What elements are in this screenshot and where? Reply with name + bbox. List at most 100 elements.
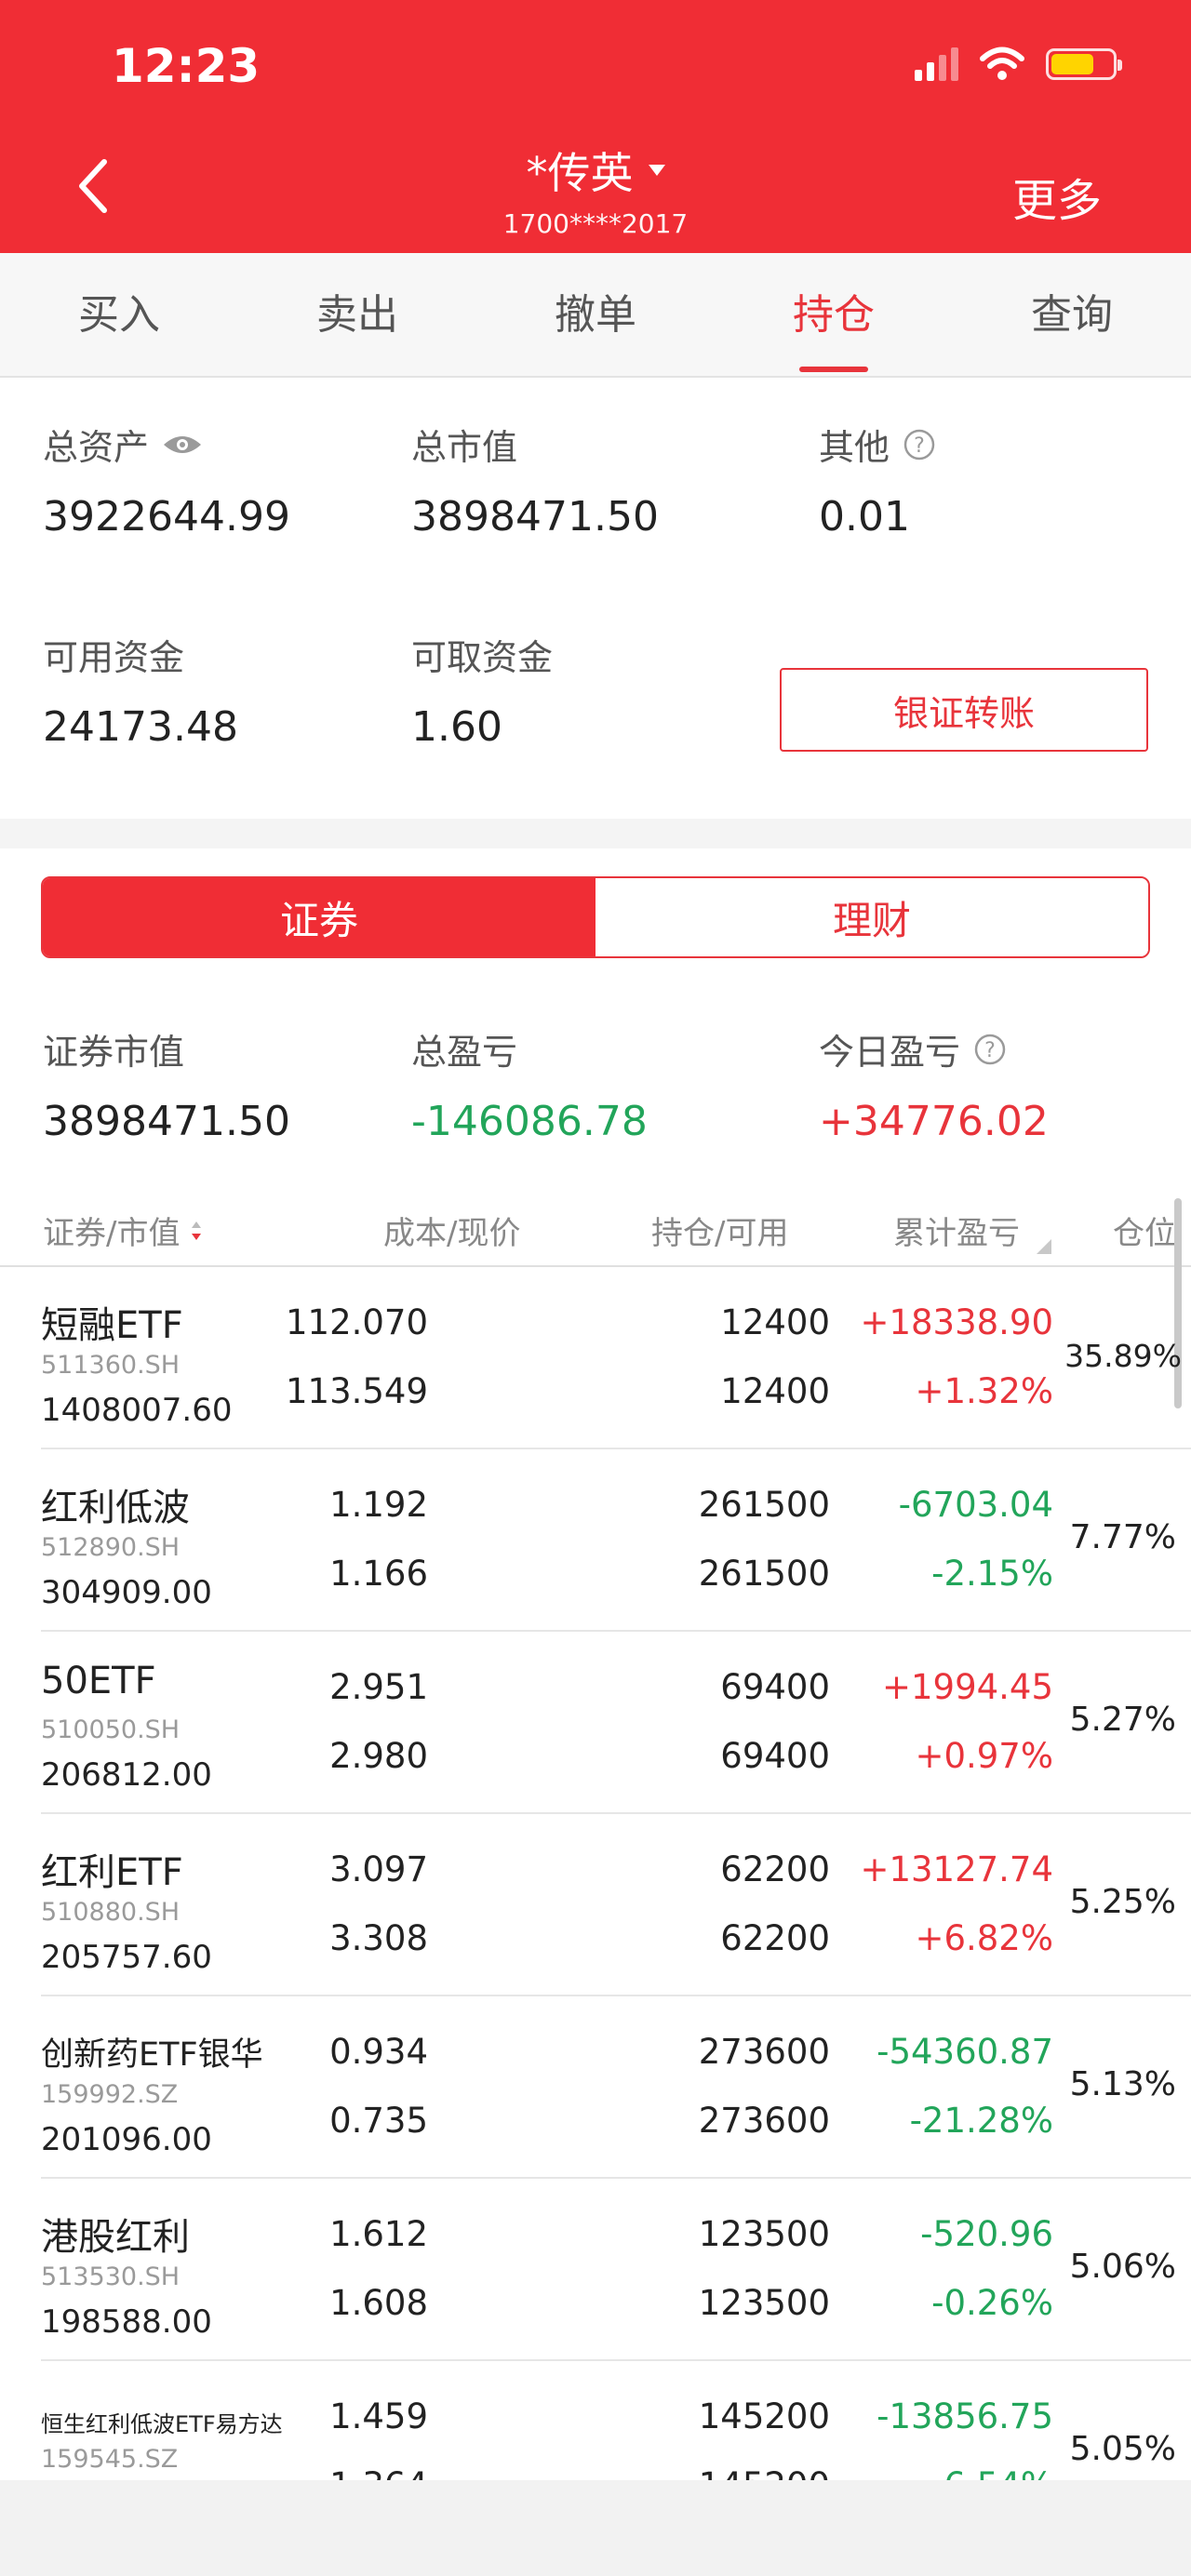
security-name: 短融ETF (41, 1304, 183, 1347)
bottom-safe-area (0, 2480, 1191, 2576)
col-pl-header[interactable]: 累计盈亏 (893, 1208, 1020, 1253)
table-row[interactable]: 创新药ETF银华 159992.SZ 201096.00 0.934 0.735… (41, 1996, 1191, 2179)
tab-cancel[interactable]: 撤单 (476, 253, 715, 376)
cost-price: 3.097 (329, 1849, 428, 1889)
cumulative-pl: +13127.74 (860, 1849, 1053, 1889)
total-pl-value: -146086.78 (411, 1098, 648, 1145)
account-selector[interactable]: *传英 1700****2017 (409, 140, 782, 239)
market-value: 205757.60 (41, 1939, 212, 1976)
total-assets-value: 3922644.99 (43, 493, 290, 541)
position-qty: 69400 (720, 1667, 830, 1707)
bank-transfer-button[interactable]: 银证转账 (780, 668, 1148, 752)
total-assets-label: 总资产 (43, 419, 203, 470)
position-weight: 5.25% (1069, 1883, 1176, 1921)
back-arrow-icon[interactable] (65, 149, 121, 223)
market-value: 201096.00 (41, 2121, 212, 2158)
position-weight: 7.77% (1069, 1518, 1176, 1556)
market-value: 304909.00 (41, 1574, 212, 1611)
cumulative-pl: +1994.45 (881, 1667, 1053, 1707)
current-price: 113.549 (285, 1371, 428, 1411)
current-price: 2.980 (329, 1736, 428, 1776)
total-mv-value: 3898471.50 (411, 493, 659, 541)
help-icon[interactable]: ? (903, 428, 936, 461)
svg-text:?: ? (984, 1039, 996, 1062)
asset-type-switch: 证券 理财 (41, 876, 1150, 958)
cost-price: 1.192 (329, 1485, 428, 1525)
withdrawable-funds-value: 1.60 (411, 703, 502, 751)
col-weight-header[interactable]: 仓位 (1113, 1208, 1176, 1253)
table-row[interactable]: 红利低波 512890.SH 304909.00 1.192 1.166 261… (41, 1449, 1191, 1632)
cumulative-pl-pct: -21.28% (909, 2101, 1053, 2141)
available-qty: 261500 (698, 1554, 830, 1594)
cost-price: 112.070 (285, 1302, 428, 1342)
total-mv-label: 总市值 (411, 427, 518, 468)
current-price: 1.166 (329, 1554, 428, 1594)
total-pl-label: 总盈亏 (411, 1032, 518, 1073)
column-corner-icon (1037, 1239, 1051, 1254)
available-qty: 12400 (720, 1371, 830, 1411)
table-row[interactable]: 红利ETF 510880.SH 205757.60 3.097 3.308 62… (41, 1814, 1191, 1996)
current-price: 1.364 (329, 2465, 428, 2480)
segment-wealth[interactable]: 理财 (596, 878, 1148, 956)
cumulative-pl: -520.96 (920, 2214, 1053, 2254)
cumulative-pl-pct: +0.97% (915, 1736, 1053, 1776)
position-weight: 5.27% (1069, 1701, 1176, 1739)
position-weight: 5.13% (1069, 2065, 1176, 2103)
security-code: 159992.SZ (41, 2080, 179, 2109)
position-qty: 62200 (720, 1849, 830, 1889)
current-price: 1.608 (329, 2283, 428, 2323)
security-name: 红利ETF (41, 1851, 183, 1894)
svg-text:?: ? (914, 434, 925, 458)
cumulative-pl-pct: -6.54% (931, 2465, 1053, 2480)
table-row[interactable]: 恒生红利低波ETF易方达 159545.SZ 1.459 1.364 14520… (41, 2361, 1191, 2480)
tab-buy[interactable]: 买入 (0, 253, 238, 376)
cumulative-pl: -6703.04 (898, 1485, 1053, 1525)
cost-price: 1.459 (329, 2396, 428, 2436)
available-qty: 62200 (720, 1918, 830, 1958)
dropdown-caret-icon (648, 165, 665, 176)
security-name: 创新药ETF银华 (41, 2036, 263, 2074)
tab-holdings[interactable]: 持仓 (715, 253, 953, 376)
account-title[interactable]: *传英 (527, 140, 665, 201)
account-number: 1700****2017 (502, 208, 689, 239)
table-row[interactable]: 短融ETF 511360.SH 1408007.60 112.070 113.5… (41, 1267, 1191, 1449)
status-time: 12:23 (112, 39, 261, 93)
available-qty: 123500 (698, 2283, 830, 2323)
available-funds-value: 24173.48 (43, 703, 238, 751)
col-cost-header[interactable]: 成本/现价 (383, 1208, 520, 1253)
segment-securities[interactable]: 证券 (43, 878, 596, 956)
battery-icon (1046, 48, 1122, 80)
security-code: 513530.SH (41, 2262, 181, 2291)
table-row[interactable]: 50ETF 510050.SH 206812.00 2.951 2.980 69… (41, 1632, 1191, 1814)
security-name: 港股红利 (41, 2216, 190, 2259)
table-row[interactable]: 港股红利 513530.SH 198588.00 1.612 1.608 123… (41, 2179, 1191, 2361)
security-name: 恒生红利低波ETF易方达 (41, 2411, 283, 2437)
col-position-header[interactable]: 持仓/可用 (651, 1208, 788, 1253)
status-icons (915, 47, 1122, 82)
position-qty: 12400 (720, 1302, 830, 1342)
position-weight: 5.05% (1069, 2430, 1176, 2468)
holdings-list: 短融ETF 511360.SH 1408007.60 112.070 113.5… (0, 1267, 1191, 2480)
security-name: 50ETF (41, 1660, 156, 1702)
col-security-header[interactable]: 证券/市值 (43, 1208, 204, 1253)
help-icon[interactable]: ? (973, 1033, 1007, 1066)
sort-icon (192, 1221, 202, 1240)
market-value: 198588.00 (41, 2303, 212, 2341)
securities-mv-label: 证券市值 (43, 1032, 185, 1073)
security-code: 159545.SZ (41, 2445, 179, 2474)
tab-query[interactable]: 查询 (953, 253, 1191, 376)
current-price: 0.735 (329, 2101, 428, 2141)
available-qty: 145200 (699, 2465, 830, 2480)
other-label: 其他 ? (819, 419, 936, 470)
eye-icon[interactable] (162, 432, 203, 458)
security-code: 512890.SH (41, 1533, 181, 1562)
tab-sell[interactable]: 卖出 (238, 253, 476, 376)
security-code: 510880.SH (41, 1898, 181, 1927)
app-header: 12:23 *传英 1700****2017 更多 (0, 0, 1191, 253)
cumulative-pl-pct: -2.15% (931, 1554, 1053, 1594)
cumulative-pl-pct: +6.82% (915, 1918, 1053, 1958)
today-pl-value: +34776.02 (819, 1098, 1049, 1145)
more-button[interactable]: 更多 (1012, 164, 1102, 229)
trade-tabs: 买入 卖出 撤单 持仓 查询 (0, 253, 1191, 378)
cumulative-pl-pct: +1.32% (915, 1371, 1053, 1411)
